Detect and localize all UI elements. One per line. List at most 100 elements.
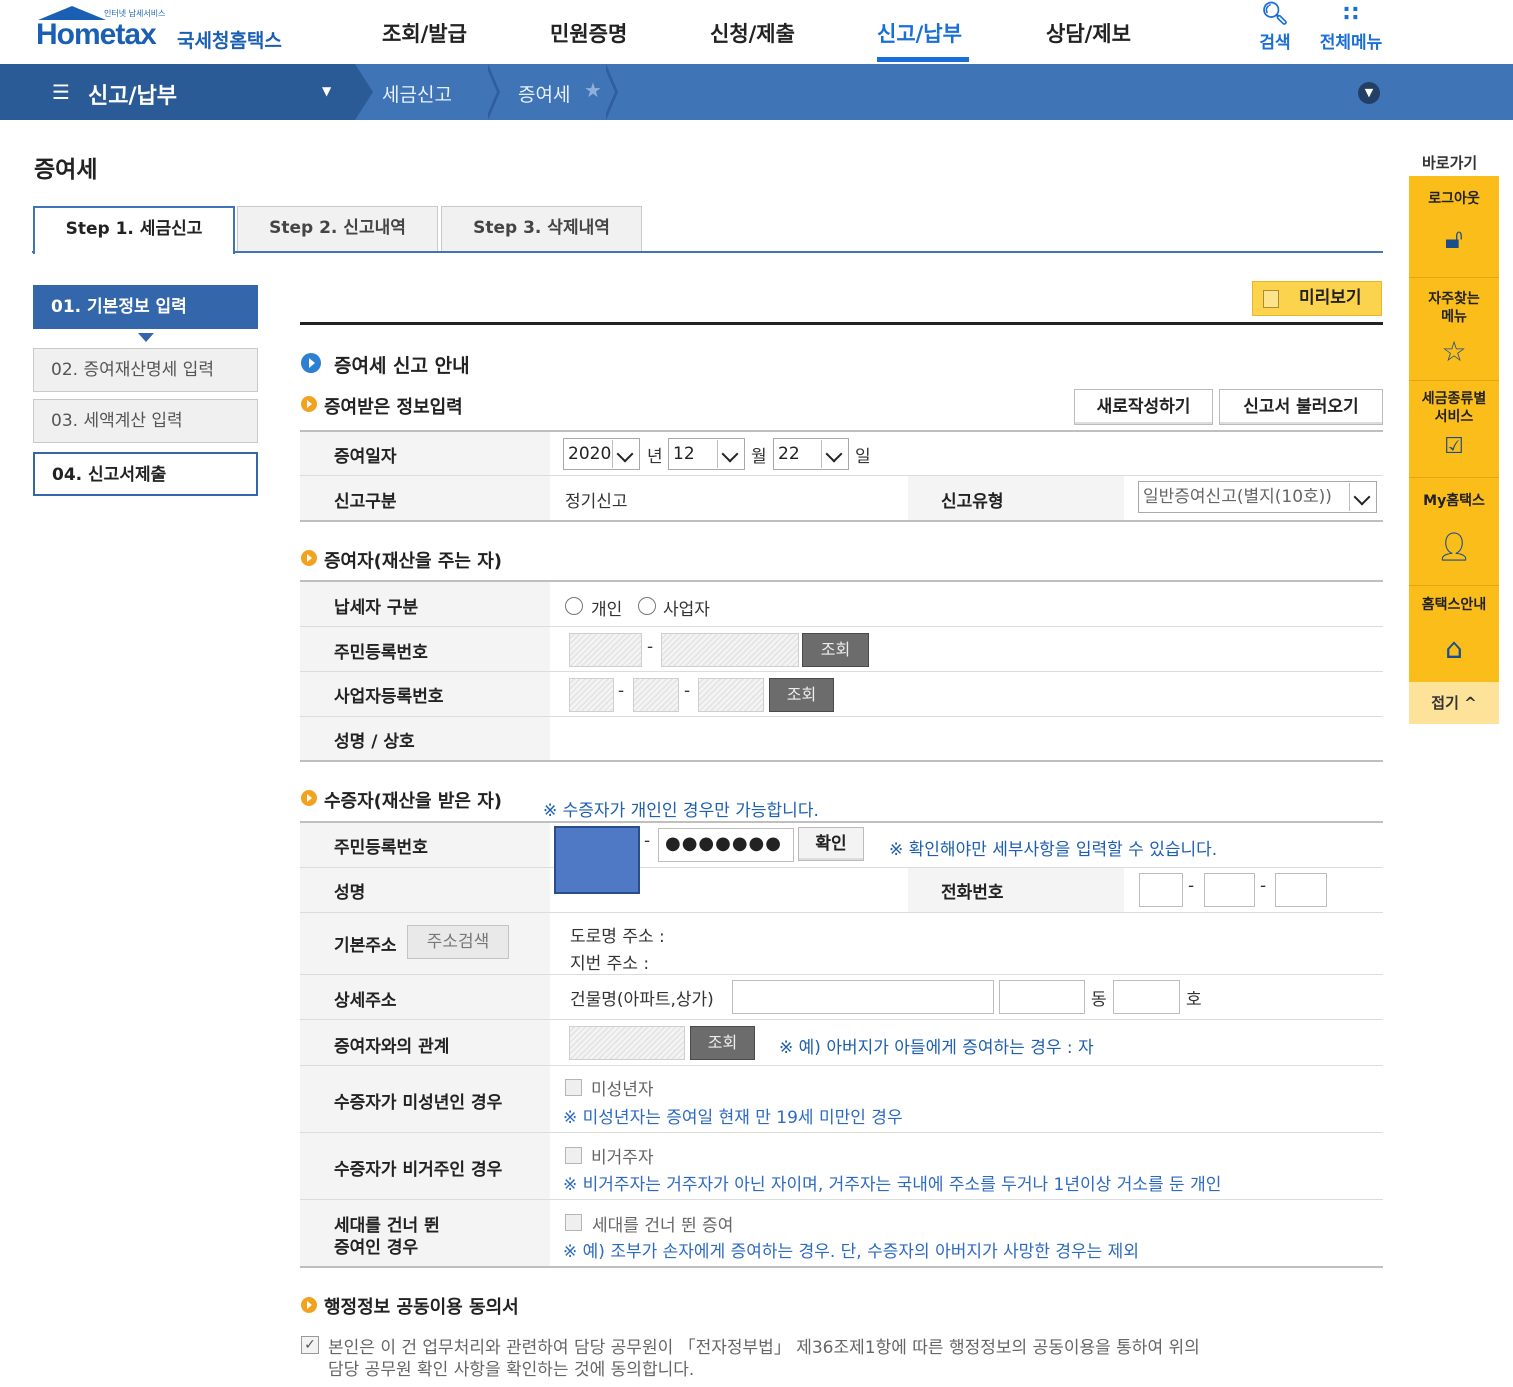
ho-input[interactable] [1113,980,1180,1014]
breadcrumb-gift-tax[interactable]: 증여세 [518,80,570,107]
page-title: 증여세 [34,157,98,183]
all-menu-button[interactable]: ∷ 전체메뉴 [1314,2,1388,53]
nonresident-checkbox-label: 비거주자 [591,1148,654,1168]
donor-rrn-lookup-button[interactable]: 조회 [802,633,869,667]
nonresident-checkbox[interactable] [565,1147,582,1164]
phone-part1-input[interactable] [1139,873,1183,907]
quick-tax-service-label[interactable]: 세금종류별 서비스 [1409,390,1499,426]
address-search-button[interactable]: 주소검색 [407,925,509,959]
quick-bar-title: 바로가기 [1422,154,1478,172]
generation-skip-label-2: 증여인 경우 [334,1238,419,1258]
section-bullet-icon [301,1297,317,1313]
home-icon[interactable]: ⌂ [1409,632,1499,665]
consent-checkbox[interactable]: ✓ [301,1336,319,1354]
quick-bar-fold-button[interactable]: 접기 ^ [1409,682,1499,724]
nav-certificate[interactable]: 민원증명 [550,18,627,48]
search-button[interactable]: 🔍︎ 검색 [1252,2,1298,53]
relation-lookup-button[interactable]: 조회 [690,1026,755,1060]
day-select[interactable]: 22 [773,438,849,470]
nav-consult[interactable]: 상담/제보 [1046,18,1131,48]
donor-rrn-front-input[interactable] [569,633,642,667]
tab-step1[interactable]: Step 1. 세금신고 [33,206,235,254]
quick-my-hometax-label[interactable]: My홈택스 [1409,492,1499,510]
relation-note: ※ 예) 아버지가 아들에게 증여하는 경우 : 자 [779,1038,1094,1058]
radio-business-label: 사업자 [663,600,710,620]
donor-brn-part2-input[interactable] [633,678,679,712]
dash: - [684,681,691,701]
tab-underline [32,251,1383,253]
donor-rrn-back-input[interactable] [661,633,799,667]
dong-input[interactable] [999,980,1085,1014]
unlock-icon[interactable]: 🔓︎ [1409,222,1499,256]
donee-rrn-back-input[interactable]: ●●●●●●● [658,828,794,862]
quick-divider [1409,380,1499,381]
hamburger-icon[interactable]: ☰ [52,80,70,104]
menu-title[interactable]: 신고/납부 [88,78,177,110]
month-value: 12 [673,444,695,464]
caret-down-icon[interactable]: ▼ [322,84,331,98]
dash: - [1188,876,1195,896]
generation-skip-checkbox-label: 세대를 건너 뛴 증여 [592,1216,734,1236]
step-submit[interactable]: 04. 신고서제출 [33,452,258,496]
breadcrumb-tax-report[interactable]: 세금신고 [382,80,452,107]
hometax-logo[interactable]: 인터넷 납세서비스 Hometax 국세청홈택스 [32,4,302,60]
donee-confirm-button[interactable]: 확인 [798,827,864,861]
row-divider [300,1065,1383,1066]
row-divider [300,626,1383,627]
quick-favorites-label[interactable]: 자주찾는 메뉴 [1409,290,1499,326]
donor-brn-part3-input[interactable] [698,678,764,712]
star-icon[interactable]: ☆ [1409,335,1499,368]
report-kind-value: 정기신고 [565,492,628,512]
new-write-button[interactable]: 새로작성하기 [1074,389,1213,425]
relation-input[interactable] [569,1026,685,1060]
person-icon[interactable]: 👤︎ [1409,530,1499,563]
donor-brn-part1-input[interactable] [569,678,614,712]
dash: - [1260,876,1267,896]
radio-individual[interactable] [565,597,583,615]
dropdown-arrow-icon [612,440,638,468]
dash: - [618,681,625,701]
search-icon: 🔍︎ [1261,2,1289,27]
generation-skip-checkbox[interactable] [565,1214,582,1231]
logo-kr: 국세청홈택스 [177,30,282,52]
checkbox-icon[interactable]: ☑ [1409,434,1499,459]
year-value: 2020 [568,444,612,464]
phone-part3-input[interactable] [1275,873,1327,907]
row-divider [300,716,1383,717]
building-name-input[interactable] [732,980,994,1014]
quick-divider [1409,477,1499,478]
minor-note: ※ 미성년자는 증여일 현재 만 19세 미만인 경우 [563,1108,903,1128]
step-gift-property[interactable]: 02. 증여재산명세 입력 [33,348,258,392]
document-icon [1263,290,1279,308]
nav-apply[interactable]: 신청/제출 [710,18,795,48]
logo-brand: Hometax [36,18,157,51]
report-type-value: 일반증여신고(별지(10호)) [1143,487,1332,507]
year-select[interactable]: 2020 [563,438,640,470]
step-tax-calc[interactable]: 03. 세액계산 입력 [33,399,258,443]
tab-step2[interactable]: Step 2. 신고내역 [237,206,438,252]
preview-button[interactable]: 미리보기 [1252,281,1382,316]
dash: - [647,637,654,657]
donee-rrn-label: 주민등록번호 [334,838,428,858]
load-report-button[interactable]: 신고서 불러오기 [1219,389,1383,425]
month-select[interactable]: 12 [668,438,745,470]
row-divider [300,475,1383,476]
step-basic-info[interactable]: 01. 기본정보 입력 [33,285,258,329]
phone-part2-input[interactable] [1204,873,1255,907]
dash: - [644,831,651,851]
radio-business[interactable] [638,597,656,615]
report-type-select[interactable]: 일반증여신고(별지(10호)) [1138,481,1377,513]
donor-brn-lookup-button[interactable]: 조회 [769,678,834,712]
nav-inquiry[interactable]: 조회/발급 [382,18,467,48]
tab-step3[interactable]: Step 3. 삭제내역 [441,206,642,252]
chevron-down-icon[interactable]: ▼ [1358,82,1380,104]
month-unit: 월 [751,447,767,467]
table-bottom-border [300,1266,1383,1268]
quick-logout-label[interactable]: 로그아웃 [1409,190,1499,208]
nav-report-pay[interactable]: 신고/납부 [877,18,962,48]
report-kind-label: 신고구분 [334,492,397,512]
quick-hometax-guide-label[interactable]: 홈택스안내 [1409,596,1499,614]
minor-checkbox[interactable] [565,1079,582,1096]
redacted-rrn-front [554,826,640,894]
favorite-star-icon[interactable]: ★ [584,78,602,102]
